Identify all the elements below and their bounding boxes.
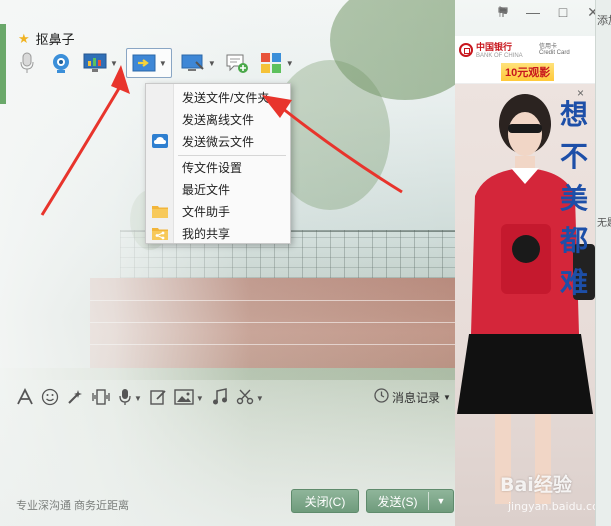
menu-item-label: 最近文件 (182, 182, 231, 197)
footer-slogan: 专业深沟通 商务近距离 (16, 500, 130, 512)
menu-item-send-offline-file[interactable]: 发送离线文件 (146, 108, 290, 130)
menu-item-label: 发送微云文件 (182, 134, 255, 149)
font-button[interactable] (16, 387, 34, 409)
send-options-dropdown[interactable]: ▼ (429, 496, 453, 506)
bank-name-en: BANK OF CHINA (476, 53, 523, 59)
webcam-icon (48, 51, 74, 75)
menu-item-label: 文件助手 (182, 204, 231, 219)
chevron-down-icon[interactable]: ▼ (208, 59, 216, 68)
watermark: Bai经验 (500, 474, 572, 496)
clock-icon (374, 388, 389, 406)
screen-share-icon (82, 51, 108, 75)
font-icon (16, 387, 34, 409)
ad-slogan-char: 想 (559, 98, 588, 131)
magic-wand-icon (66, 388, 84, 409)
background-window-text: 添加 (597, 15, 611, 27)
send-file-button[interactable]: ▼ (125, 48, 172, 78)
menu-item-my-share[interactable]: 我的共享 (146, 222, 290, 244)
emoji-button[interactable] (41, 387, 59, 409)
menu-item-send-weiyun-file[interactable]: 发送微云文件 (146, 130, 290, 152)
background-window-text: 无题 (597, 218, 611, 229)
microphone-icon (14, 51, 40, 75)
credit-card-text: 信用卡 (539, 44, 558, 50)
input-toolbar: ▼ ▼ ▼ (16, 386, 271, 410)
image-icon (174, 388, 194, 409)
chevron-down-icon[interactable]: ▼ (256, 394, 264, 403)
contact-name[interactable]: 抠鼻子 (36, 29, 75, 48)
bank-name: 中国银行 (476, 42, 513, 52)
chevron-down-icon[interactable]: ▼ (196, 394, 204, 403)
edit-icon (149, 388, 167, 409)
send-button-label: 发送(S) (377, 494, 418, 509)
share-icon (146, 226, 174, 240)
music-note-icon (211, 387, 229, 409)
weiyun-cloud-icon (146, 134, 174, 148)
minimize-button[interactable]: — (518, 0, 548, 24)
screenshot-button[interactable]: ▼ (236, 387, 264, 409)
credit-card-label: 信用卡 Credit Card (539, 41, 570, 56)
maximize-button[interactable]: □ (548, 0, 578, 24)
folder-icon (146, 204, 174, 218)
menu-item-label: 我的共享 (182, 226, 231, 241)
chevron-down-icon[interactable]: ▼ (110, 59, 118, 68)
menu-item-label: 发送文件/文件夹 (182, 90, 270, 105)
menu-item-send-file-folder[interactable]: 发送文件/文件夹 (146, 86, 290, 108)
edit-button[interactable] (149, 387, 167, 409)
chevron-down-icon[interactable]: ▼ (159, 59, 167, 68)
ad-header: 中国银行 BANK OF CHINA 信用卡 Credit Card 10元观影 (455, 36, 595, 84)
send-button[interactable]: 发送(S) ▼ (366, 489, 454, 513)
chevron-down-icon[interactable]: ▼ (286, 59, 294, 68)
apps-grid-icon (258, 51, 284, 75)
voice-call-button[interactable] (14, 48, 40, 78)
voice-message-button[interactable]: ▼ (118, 387, 142, 409)
add-chat-icon (224, 51, 250, 75)
ad-slogan-char: 都 (559, 224, 588, 257)
bank-of-china-icon (459, 42, 473, 57)
send-file-menu: 发送文件/文件夹 发送离线文件 发送微云文件 传文件设置 最近文件 文件助手 我… (145, 83, 291, 244)
credit-card-text-en: Credit Card (539, 50, 570, 56)
add-chat-button[interactable] (224, 48, 250, 78)
ad-slogan-char: 难 (559, 266, 588, 299)
image-button[interactable]: ▼ (174, 387, 204, 409)
chevron-down-icon[interactable]: ▼ (134, 394, 142, 403)
chevron-down-icon: ▼ (443, 392, 451, 402)
shake-button[interactable] (91, 387, 111, 409)
menu-item-recent-files[interactable]: 最近文件 (146, 178, 290, 200)
menu-item-label: 传文件设置 (182, 160, 243, 175)
apps-button[interactable]: ▼ (258, 48, 294, 78)
menu-item-file-settings[interactable]: 传文件设置 (146, 156, 290, 178)
remote-desktop-icon (180, 51, 206, 75)
bank-logo: 中国银行 BANK OF CHINA (459, 40, 523, 59)
pin-icon[interactable] (488, 0, 518, 24)
left-accent-strip (0, 24, 6, 104)
screen-share-button[interactable]: ▼ (82, 48, 118, 78)
ad-slogan-char: 美 (559, 182, 588, 215)
menu-item-file-assistant[interactable]: 文件助手 (146, 200, 290, 222)
microphone-icon (118, 388, 132, 409)
video-call-button[interactable] (48, 48, 74, 78)
send-file-icon (131, 51, 157, 75)
chat-window: ⚑ — □ ✕ ★ 抠鼻子 ▼ ▼ ▼ ▼ 发送文件/文件夹 发送离线文件 发送… (0, 0, 611, 526)
scissors-icon (236, 388, 254, 409)
message-history-label: 消息记录 (392, 390, 441, 405)
contact-header: ★ 抠鼻子 (18, 29, 75, 48)
close-button[interactable]: 关闭(C) (291, 489, 359, 513)
vibrate-icon (91, 388, 111, 409)
music-button[interactable] (211, 387, 229, 409)
magic-button[interactable] (66, 387, 84, 409)
smiley-icon (41, 388, 59, 409)
message-history-button[interactable]: 消息记录 ▼ (374, 388, 451, 406)
remote-desktop-button[interactable]: ▼ (180, 48, 216, 78)
menu-item-label: 发送离线文件 (182, 112, 255, 127)
ad-promo: 10元观影 (501, 63, 555, 81)
chat-toolbar: ▼ ▼ ▼ ▼ (14, 47, 302, 79)
background-window-edge: 添加 无题 (595, 0, 611, 526)
ad-panel[interactable]: 中国银行 BANK OF CHINA 信用卡 Credit Card 10元观影 (455, 36, 595, 526)
ad-slogan-char: 不 (559, 140, 588, 173)
star-icon[interactable]: ★ (18, 31, 30, 47)
